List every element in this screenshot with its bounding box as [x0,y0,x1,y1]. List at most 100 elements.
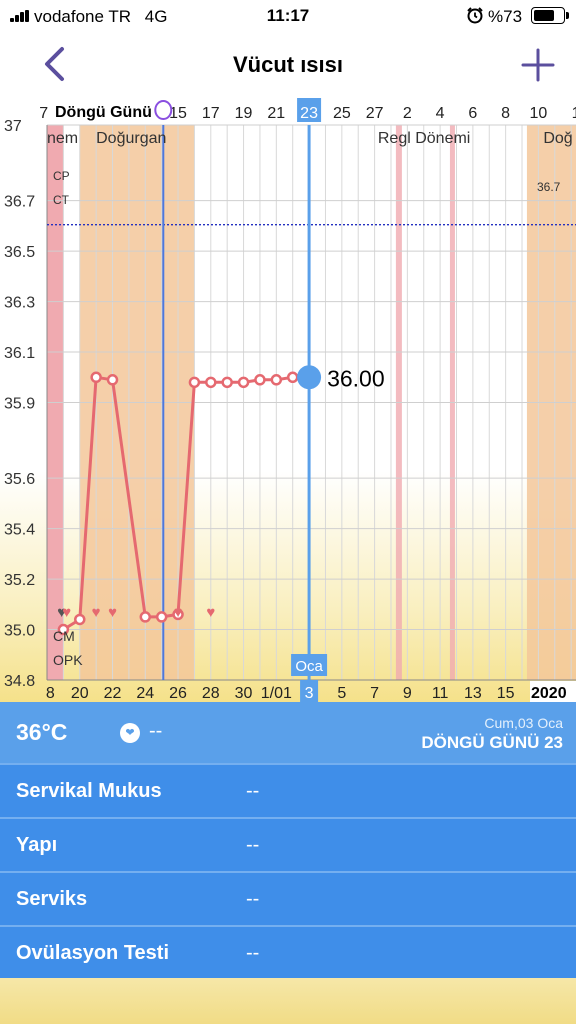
bottom-background [0,978,576,1024]
date-tick: 20 [71,685,89,702]
temperature-point[interactable] [139,611,152,623]
selected-temperature-point[interactable] [297,365,322,390]
cycle-day-tick: 23 [300,105,318,122]
cycle-day-tick: 17 [202,105,220,122]
cycle-day-tick: 6 [468,105,477,122]
cervical-mucus-row[interactable]: Servikal Mukus -- [0,763,576,817]
date-tick: 5 [337,685,346,702]
cp-label: CP [53,169,70,183]
row-label: Ovülasyon Testi [16,942,170,964]
cycle-day-tick: 7 [39,105,48,122]
battery-fill [534,10,554,21]
y-tick-label: 37 [4,118,22,135]
date-tick: 13 [464,685,482,702]
y-tick-label: 35.6 [4,471,35,488]
temperature-point[interactable] [221,376,233,389]
temperature-point[interactable] [106,374,119,386]
cycle-day-tick: 4 [436,105,445,122]
date-tick: 7 [370,685,379,702]
temperature-point[interactable] [237,376,250,389]
status-bar: vodafone TR 4G 11:17 %73 [0,0,576,32]
battery-icon [531,7,569,24]
temperature-point[interactable] [188,376,201,389]
heart-icon: ♥ [206,604,215,621]
heart-icon: ♥ [174,604,183,621]
cycle-day-label: DÖNGÜ GÜNÜ 23 [421,733,563,752]
y-tick-label: 35.2 [4,572,35,589]
row-label: Servikal Mukus [16,780,162,802]
page-title: Vücut ısısı [232,52,344,77]
row-value: -- [246,780,260,802]
date-tick: 8 [46,685,55,702]
temperature-chart[interactable]: ♥ ♥ ♥ ♥ ♥ ♥ 37 36.7 36.5 36.3 36.1 35.9 35.6 35.4 35.… [0,95,576,702]
phase-label: Doğ [543,130,572,147]
date-tick: 9 [403,685,412,702]
cycle-day-tick: 21 [267,105,285,122]
heart-icon: ♥ [62,604,71,621]
chart-svg[interactable]: ♥♥ ♥ ♥ ♥ ♥ 3736.736.536.336.135.935.635.435.… [0,95,576,702]
plus-icon [521,48,555,82]
cycle-day-tick: 2 [403,105,412,122]
date-tick: 24 [136,685,154,702]
y-tick-label: 35.0 [4,623,35,640]
y-tick-label: 36.3 [4,295,35,312]
header-label: Döngü Günü [53,104,154,122]
navigation-bar: Vücut ısısı [0,32,576,94]
cycle-day-tick: 1 [572,105,576,122]
date-tick: 26 [169,685,187,702]
selected-value-label: 36.00 [327,365,385,391]
y-tick-label: 35.9 [4,396,35,413]
alarm-icon [467,7,483,24]
phase-label: nem [47,130,78,147]
phase-label: Regl Dönemi [378,130,470,147]
month-badge-label: Oca [295,658,323,675]
ct-label: CT [53,193,70,207]
temperature-point[interactable] [155,611,168,623]
date-tick: 22 [104,685,122,702]
add-button[interactable] [519,46,557,84]
date-tick: 11 [432,685,449,702]
row-label: Yapı [16,834,58,856]
selected-day-summary[interactable]: 36°C ❤ -- Cum,03 Oca DÖNGÜ GÜNÜ 23 [0,702,576,763]
row-value: -- [246,942,260,964]
cycle-day-tick: 27 [366,105,384,122]
detail-list: Servikal Mukus -- Yapı -- Serviks -- Ovü… [0,763,576,979]
date-tick: 28 [202,685,220,702]
heart-icon: ♥ [108,604,117,621]
cm-label: CM [53,628,75,644]
y-tick-label: 35.4 [4,522,35,539]
ovulation-test-row[interactable]: Ovülasyon Testi -- [0,925,576,979]
temperature-point[interactable] [205,376,217,389]
opk-label: OPK [53,652,83,668]
cervix-row[interactable]: Serviks -- [0,871,576,925]
cycle-day-tick: 25 [333,105,351,122]
y-tick-label: 34.8 [4,673,35,690]
y-tick-label: 36.1 [4,345,35,362]
row-value: -- [246,834,260,856]
heart-icon: ♥ [92,604,101,621]
phase-label: Doğurgan [96,130,166,147]
date-tick: 3 [305,685,314,702]
temperature-value: 36°C [16,719,68,745]
date-tick: 1/01 [261,685,292,702]
temperature-point[interactable] [74,613,86,626]
temperature-point[interactable] [286,371,299,384]
intercourse-icon: ❤ [120,723,140,743]
texture-row[interactable]: Yapı -- [0,817,576,871]
coverline-value: 36.7 [537,180,561,194]
date-tick: 15 [497,685,515,702]
battery-percent: %73 [488,7,523,26]
temperature-point[interactable] [254,374,266,386]
temperature-point[interactable] [270,374,283,386]
y-tick-label: 36.5 [4,244,35,261]
row-value: -- [246,888,260,910]
cycle-day-tick: 8 [501,105,510,122]
selected-date: Cum,03 Oca [484,715,563,731]
row-label: Serviks [16,888,88,910]
cycle-day-tick: 10 [530,105,548,122]
intercourse-value: -- [149,720,163,742]
date-tick: 30 [235,685,253,702]
cycle-day-tick: 19 [235,105,253,122]
temperature-point[interactable] [90,371,102,384]
year-label: 2020 [531,685,567,702]
